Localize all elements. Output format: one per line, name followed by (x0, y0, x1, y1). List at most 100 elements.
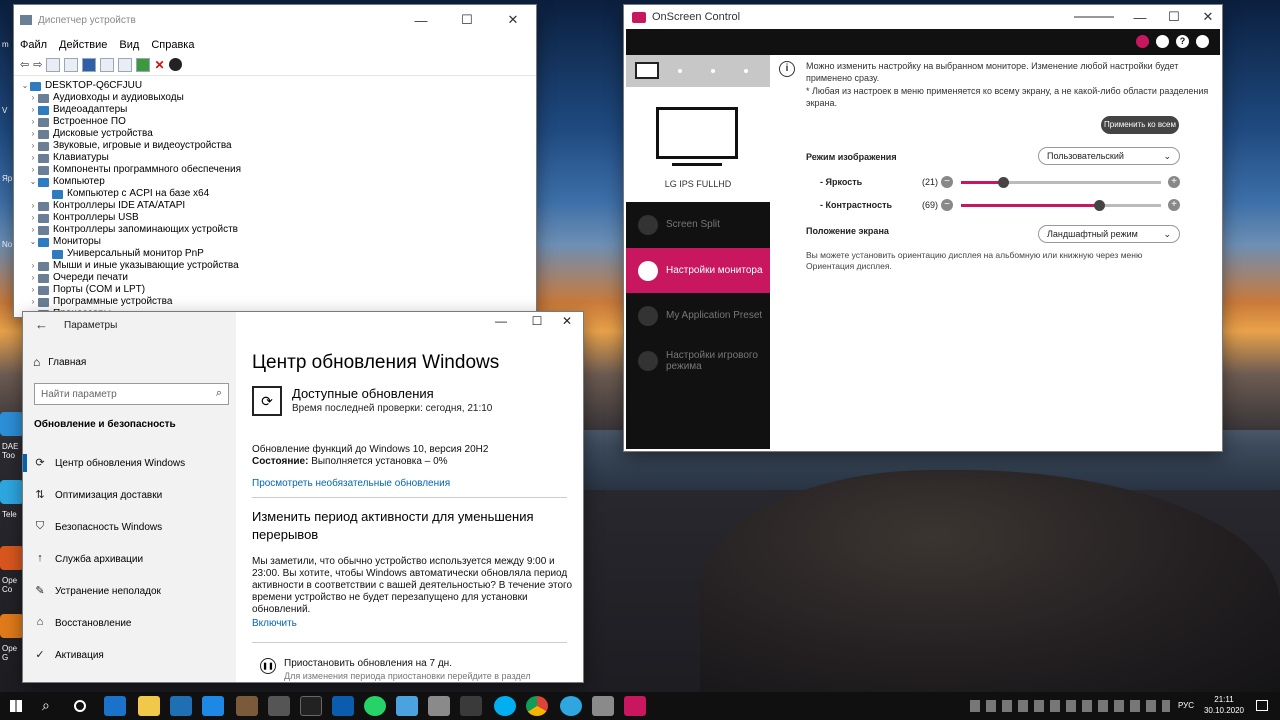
page-dot-icon[interactable] (711, 69, 715, 73)
nav-item[interactable]: ⛉ Безопасность Windows (23, 515, 236, 539)
tree-item[interactable]: › Клавиатуры (20, 152, 536, 164)
properties-icon[interactable] (46, 57, 61, 72)
contrast-slider[interactable] (961, 200, 1161, 211)
menu-help[interactable]: Справка (151, 39, 194, 51)
chevron-right-icon[interactable]: › (28, 164, 38, 176)
tree-item[interactable]: › Мыши и иные указывающие устройства (20, 260, 536, 272)
orientation-dropdown[interactable]: Ландшафтный режим ⌄ (1038, 225, 1180, 243)
clock-date[interactable]: 30.10.2020 (1200, 706, 1248, 715)
skype-icon[interactable] (494, 696, 516, 716)
help-icon[interactable]: ? (1176, 35, 1189, 48)
tray-icons[interactable] (970, 700, 1170, 712)
contrast-slider-handle[interactable] (1094, 200, 1105, 211)
sidebar-item-screen-split[interactable]: Screen Split (626, 202, 770, 247)
download-icon[interactable] (168, 58, 182, 71)
tree-item[interactable]: › Программные устройства (20, 296, 536, 308)
optional-updates-link[interactable]: Просмотреть необязательные обновления (252, 478, 450, 489)
onscreen-control-icon[interactable] (624, 696, 646, 716)
enable-link[interactable]: Включить (252, 618, 297, 629)
sidebar-item-app-preset[interactable]: My Application Preset (626, 293, 770, 338)
cortana-icon[interactable] (74, 700, 86, 712)
picture-mode-dropdown[interactable]: Пользовательский ⌄ (1038, 147, 1180, 165)
mail-icon[interactable] (202, 696, 224, 716)
maximize-button[interactable]: ☐ (522, 314, 552, 328)
chevron-right-icon[interactable]: › (28, 92, 38, 104)
tree-item[interactable]: › Порты (COM и LPT) (20, 284, 536, 296)
chevron-right-icon[interactable]: › (28, 284, 38, 296)
notification-icon[interactable] (1256, 700, 1268, 711)
chevron-right-icon[interactable]: › (28, 272, 38, 284)
osc-slider-icon[interactable] (1074, 16, 1114, 18)
brightness-slider[interactable] (961, 177, 1161, 188)
search-icon[interactable]: ⌕ (42, 697, 50, 714)
gear-icon[interactable] (1196, 35, 1209, 48)
app-icon[interactable] (396, 696, 418, 716)
nav-item[interactable]: ✓ Активация (23, 643, 236, 667)
tree-item[interactable]: Компьютер с ACPI на базе x64 (20, 188, 536, 200)
pin-icon[interactable] (1136, 35, 1149, 48)
chevron-down-icon[interactable]: ⌄ (28, 176, 38, 188)
update-driver-icon[interactable] (136, 57, 151, 72)
outlook-icon[interactable] (332, 696, 354, 716)
tree-item[interactable]: › Звуковые, игровые и видеоустройства (20, 140, 536, 152)
uninstall-icon[interactable]: ✕ (154, 58, 164, 72)
app-icon[interactable] (300, 696, 322, 716)
chevron-right-icon[interactable]: › (28, 104, 38, 116)
settings-taskbar-icon[interactable] (460, 696, 482, 716)
chevron-right-icon[interactable]: › (28, 152, 38, 164)
telegram-icon[interactable] (560, 696, 582, 716)
chevron-right-icon[interactable]: › (28, 212, 38, 224)
back-arrow-icon[interactable]: ← (35, 317, 48, 332)
search-input[interactable]: Найти параметр ⌕ (34, 383, 229, 405)
chrome-icon[interactable] (526, 696, 548, 716)
contrast-minus-button[interactable]: − (941, 199, 953, 211)
scan-icon[interactable] (118, 57, 133, 72)
brightness-minus-button[interactable]: − (941, 176, 953, 188)
menu-action[interactable]: Действие (59, 39, 107, 51)
sidebar-item-game-mode[interactable]: Настройки игрового режима (626, 338, 770, 383)
start-icon[interactable] (10, 700, 22, 712)
page-dot-icon[interactable] (744, 69, 748, 73)
contrast-plus-button[interactable]: + (1168, 199, 1180, 211)
minimize-button[interactable]: — (486, 314, 516, 328)
nav-item[interactable]: ⟳ Центр обновления Windows (23, 451, 236, 475)
home-link[interactable]: ⌂ Главная (33, 355, 86, 369)
nav-item[interactable]: ⌂ Восстановление (23, 611, 236, 635)
nav-item[interactable]: ⇅ Оптимизация доставки (23, 483, 236, 507)
forward-arrow-icon[interactable]: ⇨ (33, 58, 42, 71)
menu-view[interactable]: Вид (119, 39, 139, 51)
tree-item[interactable]: › Аудиовходы и аудиовыходы (20, 92, 536, 104)
tree-item[interactable]: › Очереди печати (20, 272, 536, 284)
tree-item[interactable]: › Контроллеры USB (20, 212, 536, 224)
chevron-right-icon[interactable]: › (28, 224, 38, 236)
store-icon[interactable] (170, 696, 192, 716)
apply-all-button[interactable]: Применить ко всем (1101, 116, 1179, 134)
tree-item[interactable]: Универсальный монитор PnP (20, 248, 536, 260)
sidebar-item-monitor-settings[interactable]: Настройки монитора (626, 248, 770, 293)
chevron-right-icon[interactable]: › (28, 200, 38, 212)
app-icon[interactable] (428, 696, 450, 716)
maximize-button[interactable]: ☐ (1160, 2, 1188, 32)
maximize-button[interactable]: ☐ (444, 5, 490, 35)
pause-title[interactable]: Приостановить обновления на 7 дн. (284, 658, 452, 669)
chevron-right-icon[interactable]: › (28, 128, 38, 140)
close-button[interactable]: ✕ (552, 314, 582, 328)
brightness-slider-handle[interactable] (998, 177, 1009, 188)
pause-icon[interactable]: ❚❚ (260, 658, 276, 674)
device-manager-titlebar[interactable]: Диспетчер устройств — ☐ ✕ (14, 5, 536, 35)
chevron-right-icon[interactable]: › (28, 140, 38, 152)
view-icon[interactable] (64, 57, 79, 72)
tree-item[interactable]: › Дисковые устройства (20, 128, 536, 140)
tree-item[interactable]: ⌄ Мониторы (20, 236, 536, 248)
list-icon[interactable] (100, 57, 115, 72)
nav-item[interactable]: ↑ Служба архивации (23, 547, 236, 571)
explorer-icon[interactable] (138, 696, 160, 716)
monitor-icon[interactable] (1156, 35, 1169, 48)
minimize-button[interactable]: — (398, 5, 444, 35)
monitor-select-icon[interactable] (635, 62, 659, 79)
language-indicator[interactable]: РУС (1178, 701, 1194, 710)
chevron-right-icon[interactable]: › (28, 260, 38, 272)
nav-item[interactable]: ✎ Устранение неполадок (23, 579, 236, 603)
chevron-right-icon[interactable]: › (28, 116, 38, 128)
clock-time[interactable]: 21:11 (1204, 695, 1244, 704)
